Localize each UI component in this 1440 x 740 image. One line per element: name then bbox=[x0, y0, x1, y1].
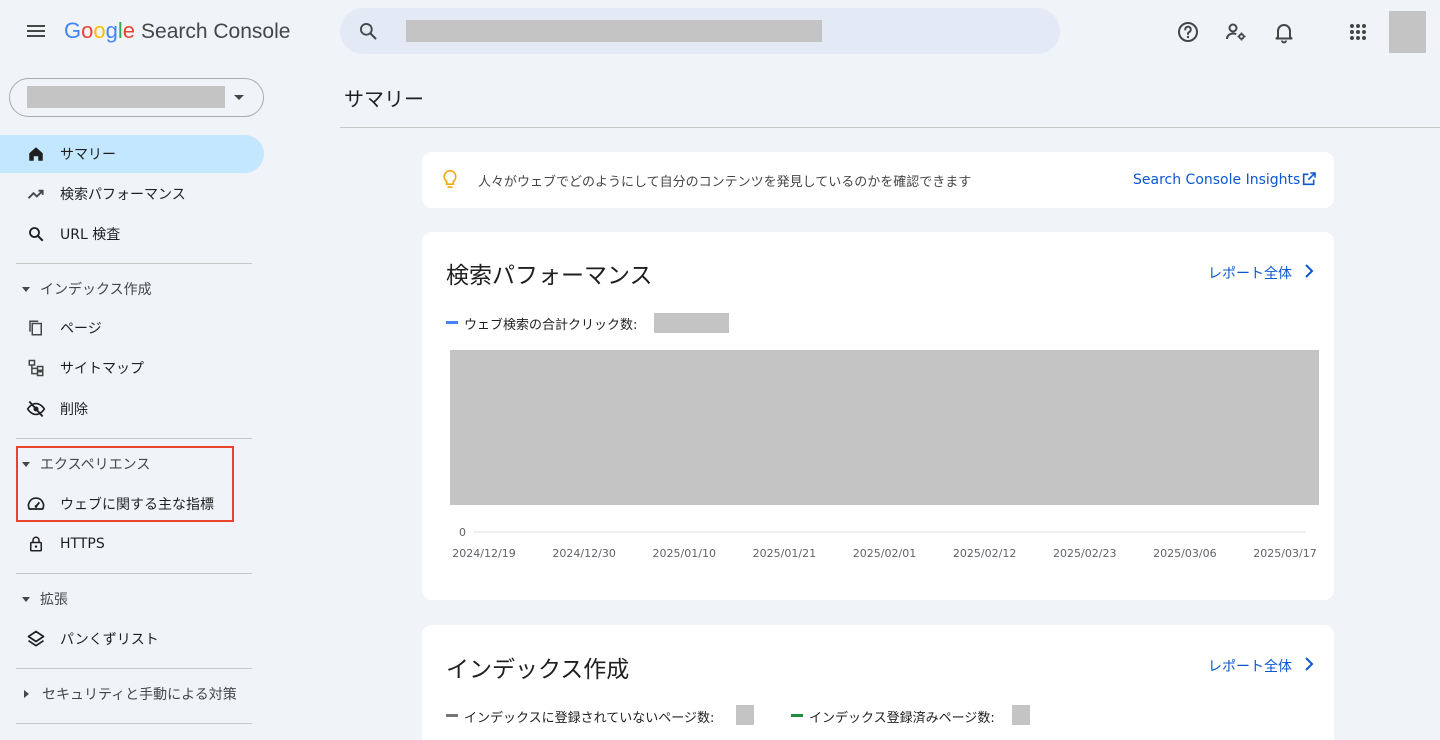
title-divider bbox=[340, 127, 1440, 128]
layers-icon bbox=[26, 629, 46, 649]
page-title: サマリー bbox=[344, 87, 424, 111]
x-tick-label: 2024/12/30 bbox=[552, 547, 615, 560]
x-tick-label: 2025/03/06 bbox=[1153, 547, 1216, 560]
lightbulb-icon bbox=[440, 169, 460, 191]
section-label: セキュリティと手動による対策 bbox=[42, 687, 237, 703]
x-tick-label: 2025/02/12 bbox=[953, 547, 1016, 560]
pages-icon bbox=[26, 318, 46, 338]
section-enhancements[interactable]: 拡張 bbox=[16, 582, 256, 616]
logo-letter: g bbox=[105, 18, 118, 43]
sidebar-item-label: 削除 bbox=[60, 402, 88, 418]
caret-right-icon bbox=[24, 690, 29, 698]
logo-letter: e bbox=[122, 18, 136, 43]
indexing-card-title: インデックス作成 bbox=[446, 657, 630, 683]
section-label: 拡張 bbox=[40, 592, 68, 608]
sidebar-item-label: パンくずリスト bbox=[60, 632, 159, 648]
sidebar-item-https[interactable]: HTTPS bbox=[0, 525, 264, 563]
sidebar-item-breadcrumbs[interactable]: パンくずリスト bbox=[0, 620, 264, 658]
caret-down-icon[interactable] bbox=[234, 95, 244, 100]
sidebar-item-performance[interactable]: 検索パフォーマンス bbox=[0, 175, 264, 213]
apps-icon[interactable] bbox=[1346, 20, 1370, 44]
logo-letter: o bbox=[81, 18, 94, 43]
help-icon[interactable] bbox=[1176, 20, 1200, 44]
sidebar-item-label: ページ bbox=[60, 321, 102, 337]
x-tick-label: 2025/01/10 bbox=[653, 547, 716, 560]
insights-description: 人々がウェブでどのようにして自分のコンテンツを発見しているのかを確認できます bbox=[478, 175, 972, 190]
clicks-legend-swatch bbox=[446, 321, 458, 324]
section-label: インデックス作成 bbox=[40, 282, 152, 298]
search-input[interactable] bbox=[406, 20, 822, 42]
home-icon bbox=[26, 144, 46, 164]
sidebar-divider bbox=[16, 263, 252, 264]
trending-up-icon bbox=[26, 184, 46, 204]
sidebar-item-label: サマリー bbox=[60, 147, 116, 163]
not-indexed-legend-swatch bbox=[446, 714, 458, 717]
open-in-new-icon[interactable] bbox=[1301, 171, 1317, 187]
highlight-box bbox=[16, 446, 234, 522]
x-tick-label: 2025/01/21 bbox=[753, 547, 816, 560]
search-icon bbox=[26, 224, 46, 244]
clicks-legend-label: ウェブ検索の合計クリック数: bbox=[464, 318, 638, 333]
sidebar-item-pages[interactable]: ページ bbox=[0, 309, 264, 347]
clicks-total-value bbox=[654, 313, 729, 333]
google-search-console-logo[interactable]: Google Search Console bbox=[64, 18, 290, 44]
section-security[interactable]: セキュリティと手動による対策 bbox=[16, 677, 256, 711]
sidebar-divider bbox=[16, 438, 252, 439]
section-indexing[interactable]: インデックス作成 bbox=[16, 272, 256, 306]
indexed-count-value bbox=[1012, 705, 1030, 725]
not-indexed-count-value bbox=[736, 705, 754, 725]
performance-full-report-link[interactable]: レポート全体 bbox=[1208, 263, 1292, 283]
caret-down-icon bbox=[22, 596, 30, 602]
sidebar-item-summary[interactable]: サマリー bbox=[0, 135, 264, 173]
caret-down-icon bbox=[22, 286, 30, 292]
sidebar-item-url-inspection[interactable]: URL 検査 bbox=[0, 215, 264, 253]
sidebar-divider bbox=[16, 723, 252, 724]
performance-card-title: 検索パフォーマンス bbox=[446, 263, 653, 289]
y-tick-label: 0 bbox=[459, 526, 466, 539]
sidebar-item-label: サイトマップ bbox=[60, 361, 144, 377]
indexed-legend-swatch bbox=[791, 714, 803, 717]
sitemap-icon bbox=[26, 358, 46, 378]
property-name bbox=[27, 86, 225, 108]
x-tick-label: 2024/12/19 bbox=[452, 547, 515, 560]
sidebar-item-removals[interactable]: 削除 bbox=[0, 390, 264, 428]
indexing-full-report-link[interactable]: レポート全体 bbox=[1208, 656, 1292, 676]
sidebar-item-label: HTTPS bbox=[60, 536, 105, 552]
indexed-legend-label: インデックス登録済みページ数: bbox=[809, 711, 995, 726]
sidebar-item-label: URL 検査 bbox=[60, 227, 121, 243]
visibility-off-icon bbox=[26, 399, 46, 419]
x-tick-label: 2025/02/01 bbox=[853, 547, 916, 560]
logo-letter: G bbox=[64, 18, 82, 43]
sidebar-divider bbox=[16, 573, 252, 574]
sidebar-item-sitemaps[interactable]: サイトマップ bbox=[0, 349, 264, 387]
notifications-icon[interactable] bbox=[1272, 20, 1296, 44]
chevron-right-icon[interactable] bbox=[1302, 656, 1316, 672]
manage-users-icon[interactable] bbox=[1224, 20, 1248, 44]
lock-icon bbox=[26, 534, 46, 554]
sidebar-item-label: 検索パフォーマンス bbox=[60, 187, 186, 203]
product-name: Search Console bbox=[141, 20, 291, 43]
sidebar-divider bbox=[16, 668, 252, 669]
search-icon[interactable] bbox=[358, 21, 378, 41]
search-console-insights-link[interactable]: Search Console Insights bbox=[1133, 172, 1300, 188]
not-indexed-legend-label: インデックスに登録されていないページ数: bbox=[464, 711, 715, 726]
chart-plot-area bbox=[450, 350, 1319, 505]
chevron-right-icon[interactable] bbox=[1302, 263, 1316, 279]
menu-icon[interactable] bbox=[24, 20, 48, 44]
x-tick-label: 2025/03/17 bbox=[1253, 547, 1316, 560]
x-tick-label: 2025/02/23 bbox=[1053, 547, 1116, 560]
account-avatar[interactable] bbox=[1389, 11, 1426, 53]
performance-chart: 0 2024/12/19 2024/12/30 2025/01/10 2025/01/… bbox=[450, 350, 1319, 560]
logo-letter: o bbox=[93, 18, 106, 43]
